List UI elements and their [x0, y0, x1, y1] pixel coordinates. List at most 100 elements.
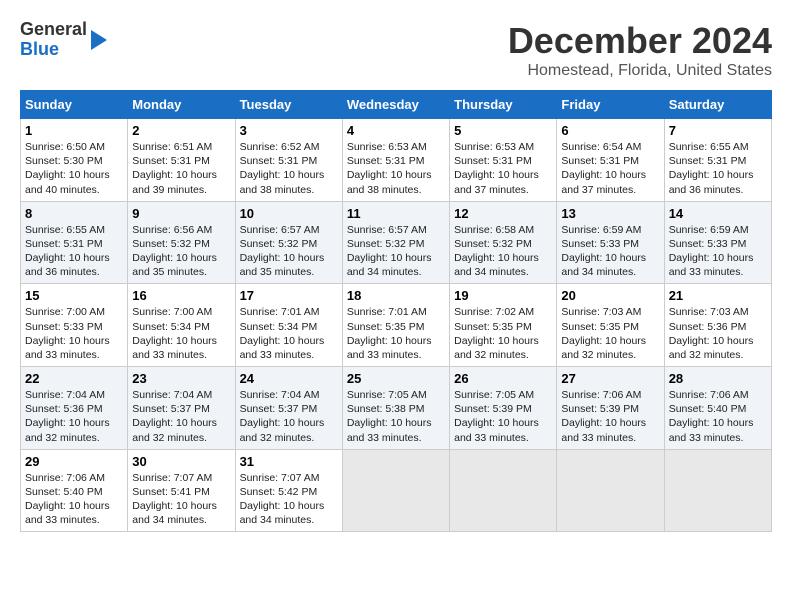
day-number: 24 [240, 371, 338, 386]
day-number: 2 [132, 123, 230, 138]
day-number: 20 [561, 288, 659, 303]
day-number: 16 [132, 288, 230, 303]
day-number: 21 [669, 288, 767, 303]
cell-info: Sunrise: 7:06 AMSunset: 5:40 PMDaylight:… [669, 389, 754, 444]
logo: General Blue [20, 20, 107, 60]
header-wednesday: Wednesday [342, 91, 449, 119]
cell-info: Sunrise: 7:06 AMSunset: 5:39 PMDaylight:… [561, 389, 646, 444]
calendar-cell: 20 Sunrise: 7:03 AMSunset: 5:35 PMDayligh… [557, 284, 664, 367]
day-number: 10 [240, 206, 338, 221]
day-number: 17 [240, 288, 338, 303]
calendar-cell: 1Sunrise: 6:50 AMSunset: 5:30 PMDaylight… [21, 119, 128, 202]
calendar-cell: 7Sunrise: 6:55 AMSunset: 5:31 PMDaylight… [664, 119, 771, 202]
calendar-week-row: 8Sunrise: 6:55 AMSunset: 5:31 PMDaylight… [21, 201, 772, 284]
header-saturday: Saturday [664, 91, 771, 119]
cell-info: Sunrise: 7:04 AMSunset: 5:37 PMDaylight:… [132, 389, 217, 444]
day-number: 14 [669, 206, 767, 221]
calendar-cell: 11Sunrise: 6:57 AMSunset: 5:32 PMDayligh… [342, 201, 449, 284]
calendar-cell: 21 Sunrise: 7:03 AMSunset: 5:36 PMDayligh… [664, 284, 771, 367]
calendar-cell: 5 Sunrise: 6:53 AMSunset: 5:31 PMDaylight… [450, 119, 557, 202]
calendar-cell: 10 Sunrise: 6:57 AMSunset: 5:32 PMDayligh… [235, 201, 342, 284]
calendar-cell: 24 Sunrise: 7:04 AMSunset: 5:37 PMDayligh… [235, 367, 342, 450]
cell-info: Sunrise: 6:58 AMSunset: 5:32 PMDaylight:… [454, 224, 539, 279]
day-number: 22 [25, 371, 123, 386]
cell-info: Sunrise: 6:59 AMSunset: 5:33 PMDaylight:… [561, 224, 646, 279]
day-number: 23 [132, 371, 230, 386]
calendar-week-row: 15 Sunrise: 7:00 AMSunset: 5:33 PMDayligh… [21, 284, 772, 367]
cell-info: Sunrise: 7:05 AMSunset: 5:38 PMDaylight:… [347, 389, 432, 444]
cell-info: Sunrise: 7:07 AMSunset: 5:42 PMDaylight:… [240, 472, 325, 527]
title-area: December 2024 Homestead, Florida, United… [508, 20, 772, 80]
day-number: 19 [454, 288, 552, 303]
calendar-cell: 2Sunrise: 6:51 AMSunset: 5:31 PMDaylight… [128, 119, 235, 202]
calendar-cell [557, 449, 664, 532]
day-number: 30 [132, 454, 230, 469]
calendar-cell: 17 Sunrise: 7:01 AMSunset: 5:34 PMDayligh… [235, 284, 342, 367]
day-number: 18 [347, 288, 445, 303]
calendar-cell: 16 Sunrise: 7:00 AMSunset: 5:34 PMDayligh… [128, 284, 235, 367]
calendar-cell: 31 Sunrise: 7:07 AMSunset: 5:42 PMDayligh… [235, 449, 342, 532]
day-number: 6 [561, 123, 659, 138]
cell-info: Sunrise: 7:03 AMSunset: 5:36 PMDaylight:… [669, 306, 754, 361]
logo-arrow-icon [91, 30, 107, 50]
day-number: 8 [25, 206, 123, 221]
cell-info: Sunrise: 7:04 AMSunset: 5:36 PMDaylight:… [25, 389, 110, 444]
day-number: 5 [454, 123, 552, 138]
calendar-week-row: 29 Sunrise: 7:06 AMSunset: 5:40 PMDayligh… [21, 449, 772, 532]
logo-text: General Blue [20, 20, 87, 60]
cell-info: Sunrise: 7:04 AMSunset: 5:37 PMDaylight:… [240, 389, 325, 444]
calendar-cell: 3 Sunrise: 6:52 AMSunset: 5:31 PMDaylight… [235, 119, 342, 202]
logo-line2: Blue [20, 40, 87, 60]
calendar-cell: 25 Sunrise: 7:05 AMSunset: 5:38 PMDayligh… [342, 367, 449, 450]
calendar-cell: 30 Sunrise: 7:07 AMSunset: 5:41 PMDayligh… [128, 449, 235, 532]
cell-info: Sunrise: 7:01 AMSunset: 5:34 PMDaylight:… [240, 306, 325, 361]
day-number: 26 [454, 371, 552, 386]
calendar-cell [450, 449, 557, 532]
cell-info: Sunrise: 6:57 AMSunset: 5:32 PMDaylight:… [240, 224, 325, 279]
calendar-week-row: 1Sunrise: 6:50 AMSunset: 5:30 PMDaylight… [21, 119, 772, 202]
calendar-week-row: 22 Sunrise: 7:04 AMSunset: 5:36 PMDayligh… [21, 367, 772, 450]
cell-info: Sunrise: 6:55 AMSunset: 5:31 PMDaylight:… [669, 141, 754, 196]
day-number: 9 [132, 206, 230, 221]
calendar-cell: 15 Sunrise: 7:00 AMSunset: 5:33 PMDayligh… [21, 284, 128, 367]
calendar-cell: 22 Sunrise: 7:04 AMSunset: 5:36 PMDayligh… [21, 367, 128, 450]
cell-info: Sunrise: 7:00 AMSunset: 5:34 PMDaylight:… [132, 306, 217, 361]
subtitle: Homestead, Florida, United States [508, 62, 772, 80]
cell-info: Sunrise: 6:53 AMSunset: 5:31 PMDaylight:… [347, 141, 432, 196]
calendar-cell: 26 Sunrise: 7:05 AMSunset: 5:39 PMDayligh… [450, 367, 557, 450]
day-number: 15 [25, 288, 123, 303]
calendar-cell: 28 Sunrise: 7:06 AMSunset: 5:40 PMDayligh… [664, 367, 771, 450]
calendar-cell: 18Sunrise: 7:01 AMSunset: 5:35 PMDayligh… [342, 284, 449, 367]
day-number: 27 [561, 371, 659, 386]
main-title: December 2024 [508, 20, 772, 62]
cell-info: Sunrise: 7:07 AMSunset: 5:41 PMDaylight:… [132, 472, 217, 527]
calendar-cell: 8Sunrise: 6:55 AMSunset: 5:31 PMDaylight… [21, 201, 128, 284]
calendar-cell: 23 Sunrise: 7:04 AMSunset: 5:37 PMDayligh… [128, 367, 235, 450]
cell-info: Sunrise: 7:02 AMSunset: 5:35 PMDaylight:… [454, 306, 539, 361]
cell-info: Sunrise: 6:53 AMSunset: 5:31 PMDaylight:… [454, 141, 539, 196]
day-number: 25 [347, 371, 445, 386]
calendar-cell: 13 Sunrise: 6:59 AMSunset: 5:33 PMDayligh… [557, 201, 664, 284]
calendar-cell: 14Sunrise: 6:59 AMSunset: 5:33 PMDayligh… [664, 201, 771, 284]
logo-line1: General [20, 20, 87, 40]
calendar-cell: 9 Sunrise: 6:56 AMSunset: 5:32 PMDaylight… [128, 201, 235, 284]
cell-info: Sunrise: 6:52 AMSunset: 5:31 PMDaylight:… [240, 141, 325, 196]
day-number: 31 [240, 454, 338, 469]
day-number: 13 [561, 206, 659, 221]
calendar-cell: 29 Sunrise: 7:06 AMSunset: 5:40 PMDayligh… [21, 449, 128, 532]
day-number: 3 [240, 123, 338, 138]
day-number: 1 [25, 123, 123, 138]
cell-info: Sunrise: 7:00 AMSunset: 5:33 PMDaylight:… [25, 306, 110, 361]
cell-info: Sunrise: 6:56 AMSunset: 5:32 PMDaylight:… [132, 224, 217, 279]
day-number: 4 [347, 123, 445, 138]
calendar-cell: 27 Sunrise: 7:06 AMSunset: 5:39 PMDayligh… [557, 367, 664, 450]
day-number: 29 [25, 454, 123, 469]
cell-info: Sunrise: 7:05 AMSunset: 5:39 PMDaylight:… [454, 389, 539, 444]
cell-info: Sunrise: 7:06 AMSunset: 5:40 PMDaylight:… [25, 472, 110, 527]
page-header: General Blue December 2024 Homestead, Fl… [20, 20, 772, 80]
header-sunday: Sunday [21, 91, 128, 119]
calendar-cell: 12Sunrise: 6:58 AMSunset: 5:32 PMDayligh… [450, 201, 557, 284]
calendar-table: SundayMondayTuesdayWednesdayThursdayFrid… [20, 90, 772, 532]
day-number: 28 [669, 371, 767, 386]
cell-info: Sunrise: 7:03 AMSunset: 5:35 PMDaylight:… [561, 306, 646, 361]
